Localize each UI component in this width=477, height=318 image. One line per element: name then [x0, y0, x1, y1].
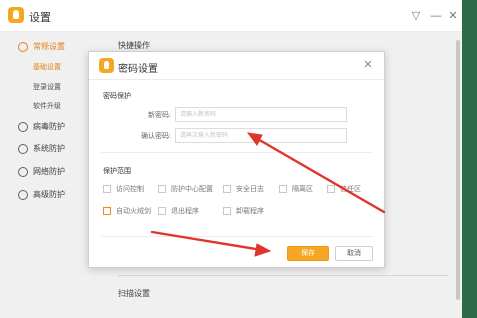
close-icon[interactable]: ✕ — [444, 7, 462, 25]
checkbox-box — [327, 185, 335, 193]
divider — [101, 152, 372, 153]
scope-checkbox-huorong-sword[interactable]: 自动火绒剑 — [103, 206, 151, 216]
checkbox-box — [158, 185, 166, 193]
checkbox-label: 防护中心配置 — [171, 186, 213, 193]
checkbox-label: 卸载程序 — [236, 208, 264, 215]
scope-checkbox-access-control[interactable]: 访问控制 — [103, 184, 144, 194]
confirm-password-label: 确认密码: — [141, 133, 171, 140]
scope-checkbox-exit-program[interactable]: 退出程序 — [158, 206, 199, 216]
scope-checkbox-security-log[interactable]: 安全日志 — [223, 184, 264, 194]
confirm-password-input[interactable] — [175, 128, 347, 143]
scope-checkbox-quarantine[interactable]: 隔离区 — [279, 184, 313, 194]
divider — [101, 236, 372, 237]
checkbox-label: 退出程序 — [171, 208, 199, 215]
checkbox-box — [223, 207, 231, 215]
title-bar: 设置 ▽ — ✕ — [0, 0, 462, 32]
cancel-button[interactable]: 取消 — [335, 246, 373, 261]
checkbox-box — [103, 207, 111, 215]
password-dialog: 密码设置 ✕ 密码保护 新密码: 确认密码: 保护范围 访问控制 防护中心配置 … — [88, 51, 385, 268]
new-password-label: 新密码: — [148, 112, 171, 119]
dialog-close-icon[interactable]: ✕ — [361, 58, 375, 72]
app-logo-icon — [8, 7, 24, 23]
scope-section-title: 保护范围 — [103, 168, 131, 175]
checkbox-label: 信任区 — [340, 186, 361, 193]
dialog-title: 密码设置 — [118, 64, 158, 75]
scope-checkbox-uninstall[interactable]: 卸载程序 — [223, 206, 264, 216]
save-button[interactable]: 保存 — [287, 246, 329, 261]
new-password-input[interactable] — [175, 107, 347, 122]
checkbox-box — [103, 185, 111, 193]
checkbox-label: 自动火绒剑 — [116, 208, 151, 215]
password-section-title: 密码保护 — [103, 93, 131, 100]
checkbox-label: 隔离区 — [292, 186, 313, 193]
scope-checkbox-protection-center[interactable]: 防护中心配置 — [158, 184, 213, 194]
settings-window: 设置 ▽ — ✕ 常规设置 基础设置 登录设置 软件升级 病毒防护 系统防护 网… — [0, 0, 462, 318]
app-logo-icon — [99, 58, 114, 73]
feedback-icon[interactable]: ▽ — [407, 7, 425, 25]
checkbox-box — [223, 185, 231, 193]
dialog-header: 密码设置 ✕ — [89, 52, 384, 80]
window-title: 设置 — [29, 12, 51, 24]
checkbox-label: 安全日志 — [236, 186, 264, 193]
scope-checkbox-trust-zone[interactable]: 信任区 — [327, 184, 361, 194]
checkbox-label: 访问控制 — [116, 186, 144, 193]
checkbox-box — [279, 185, 287, 193]
checkbox-box — [158, 207, 166, 215]
minimize-icon[interactable]: — — [427, 7, 445, 25]
